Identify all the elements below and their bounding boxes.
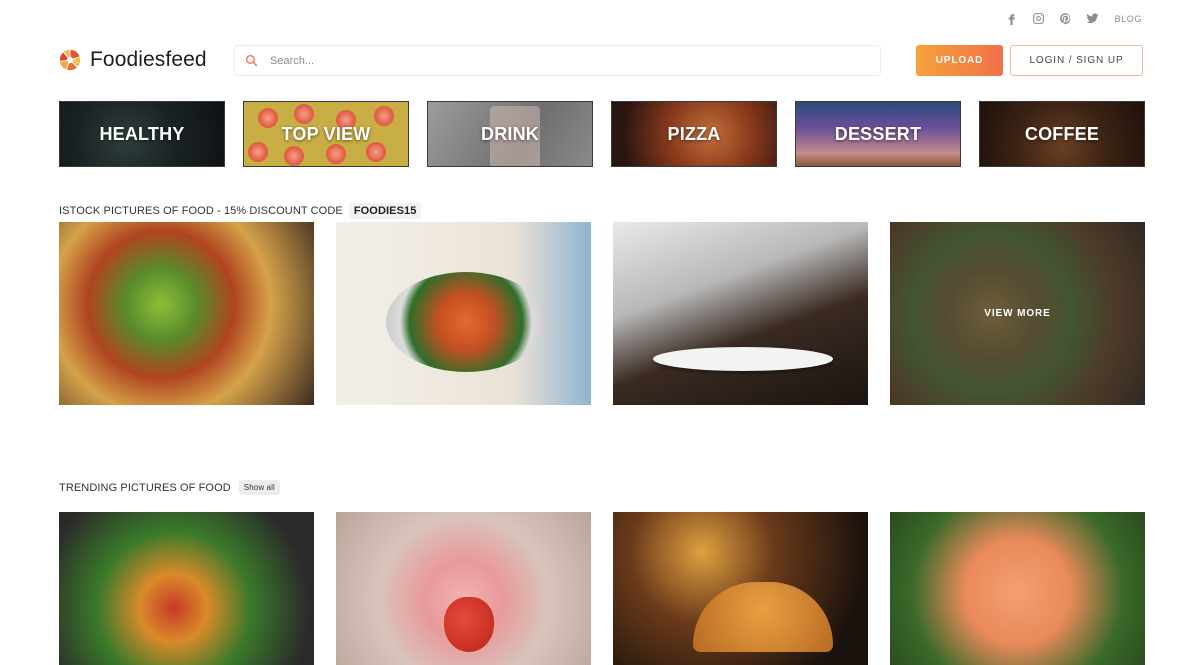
discount-code[interactable]: FOODIES15 [348, 203, 422, 219]
category-label: DESSERT [834, 123, 922, 144]
instagram-icon[interactable] [1032, 12, 1045, 25]
login-signup-button[interactable]: LOGIN / SIGN UP [1010, 45, 1143, 76]
blog-link[interactable]: BLOG [1115, 14, 1142, 24]
twitter-icon[interactable] [1086, 12, 1099, 25]
photo-detail [444, 597, 494, 652]
photo-detail [693, 582, 833, 652]
social-links: BLOG [1005, 12, 1142, 25]
photo-card[interactable] [613, 512, 868, 665]
pinterest-icon[interactable] [1059, 12, 1072, 25]
category-label: TOP VIEW [281, 123, 371, 144]
category-label: COFFEE [1024, 123, 1100, 144]
search-bar[interactable] [234, 45, 881, 76]
category-strip: HEALTHY TOP VIEW DRINK PIZZA DESSERT COF… [59, 101, 1145, 167]
category-label: PIZZA [667, 123, 721, 144]
photo-card[interactable] [890, 512, 1145, 665]
facebook-icon[interactable] [1005, 12, 1018, 25]
category-coffee[interactable]: COFFEE [979, 101, 1145, 167]
logo[interactable]: Foodiesfeed [59, 48, 207, 72]
upload-button[interactable]: UPLOAD [916, 45, 1003, 76]
search-icon [245, 54, 258, 67]
logo-text: Foodiesfeed [90, 48, 207, 71]
trending-heading: TRENDING PICTURES OF FOOD [59, 481, 231, 494]
category-label: DRINK [481, 123, 539, 144]
category-top-view[interactable]: TOP VIEW [243, 101, 409, 167]
photo-card[interactable] [613, 222, 868, 405]
foodiesfeed-logo-icon [59, 49, 81, 71]
photo-card[interactable] [336, 512, 591, 665]
category-healthy[interactable]: HEALTHY [59, 101, 225, 167]
istock-photo-grid: VIEW MORE [59, 222, 1145, 405]
view-more-card[interactable]: VIEW MORE [890, 222, 1145, 405]
category-label: HEALTHY [99, 123, 185, 144]
photo-card[interactable] [336, 222, 591, 405]
category-dessert[interactable]: DESSERT [795, 101, 961, 167]
trending-section-title: TRENDING PICTURES OF FOOD Show all [59, 480, 280, 495]
photo-detail [386, 272, 546, 372]
photo-card[interactable] [59, 512, 314, 665]
search-input[interactable] [270, 54, 830, 67]
view-more-label: VIEW MORE [984, 308, 1051, 319]
photo-detail [653, 347, 833, 371]
trending-photo-grid [59, 512, 1145, 665]
category-drink[interactable]: DRINK [427, 101, 593, 167]
page: BLOG Foodiesfeed Search... UPLOAD LOGIN … [0, 0, 1200, 665]
istock-section-title: ISTOCK PICTURES OF FOOD - 15% DISCOUNT C… [59, 203, 422, 219]
show-all-button[interactable]: Show all [238, 480, 280, 495]
view-more-overlay: VIEW MORE [890, 222, 1145, 405]
category-pizza[interactable]: PIZZA [611, 101, 777, 167]
istock-heading: ISTOCK PICTURES OF FOOD - 15% DISCOUNT C… [59, 205, 343, 217]
photo-card[interactable] [59, 222, 314, 405]
